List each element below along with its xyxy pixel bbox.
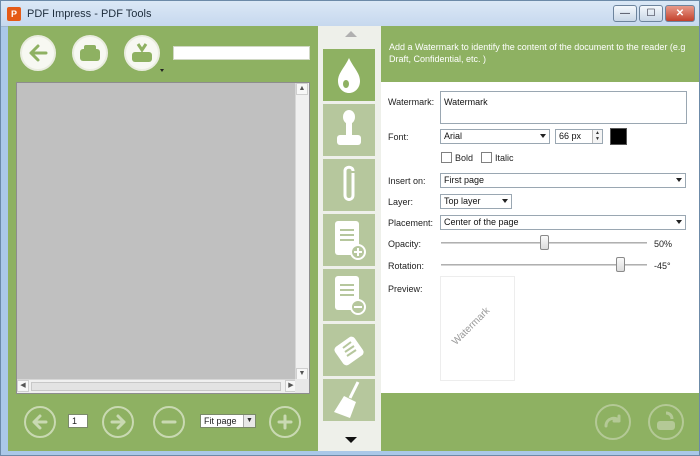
scroll-up-icon[interactable]: ▲ bbox=[296, 83, 308, 95]
horizontal-scrollbar[interactable]: ◀ ▶ bbox=[17, 379, 297, 393]
tool-attach[interactable] bbox=[323, 159, 375, 211]
tool-remove-pages[interactable] bbox=[323, 269, 375, 321]
placement-label: Placement: bbox=[388, 218, 434, 228]
vertical-scrollbar[interactable]: ▲ ▼ bbox=[295, 83, 309, 380]
chevron-down-icon bbox=[502, 199, 508, 203]
font-label: Font: bbox=[388, 132, 409, 142]
bold-label: Bold bbox=[455, 153, 474, 163]
font-size-value: 66 px bbox=[559, 131, 582, 141]
rotation-value: -45° bbox=[654, 261, 671, 271]
preview-label: Preview: bbox=[388, 284, 423, 294]
watermark-label: Watermark: bbox=[388, 97, 435, 107]
font-select[interactable]: Arial bbox=[440, 129, 550, 144]
tool-watermark[interactable] bbox=[323, 49, 375, 101]
zoom-select-value: Fit page bbox=[204, 416, 237, 426]
action-footer bbox=[381, 393, 699, 451]
font-size-stepper[interactable]: 66 px ▲ ▼ bbox=[555, 129, 603, 144]
file-path-field[interactable] bbox=[173, 46, 310, 60]
zoom-out-button[interactable] bbox=[153, 406, 185, 438]
open-folder-icon bbox=[80, 45, 100, 61]
horizontal-scroll-thumb[interactable] bbox=[31, 382, 281, 391]
zoom-out-icon bbox=[161, 420, 177, 424]
placement-select[interactable]: Center of the page bbox=[440, 215, 686, 230]
add-document-icon bbox=[335, 221, 366, 260]
watermark-preview: Watermark bbox=[440, 276, 515, 381]
tool-stamp[interactable] bbox=[323, 104, 375, 156]
minimize-button[interactable]: — bbox=[613, 5, 637, 22]
save-to-drive-icon bbox=[657, 411, 675, 430]
chevron-down-icon bbox=[676, 178, 682, 182]
watermark-header: Add a Watermark to identify the content … bbox=[381, 26, 699, 82]
opacity-label: Opacity: bbox=[388, 239, 422, 249]
document-panel: ▲ ▼ ◀ ▶ 1 Fit page ▼ bbox=[8, 26, 318, 451]
zoom-in-icon bbox=[277, 414, 293, 430]
rotation-slider-thumb[interactable] bbox=[616, 257, 625, 272]
close-button[interactable]: ✕ bbox=[665, 5, 695, 22]
opacity-value: 50% bbox=[654, 239, 673, 249]
stamp-icon bbox=[337, 110, 361, 145]
back-arrow-icon bbox=[29, 44, 48, 62]
layer-label: Layer: bbox=[388, 197, 414, 207]
title-bar: P PDF Impress - PDF Tools — ☐ ✕ bbox=[1, 1, 699, 27]
page-number-input[interactable]: 1 bbox=[68, 414, 88, 428]
watermark-description: Add a Watermark to identify the content … bbox=[389, 42, 686, 64]
layer-value: Top layer bbox=[444, 196, 481, 206]
scrollbar-corner bbox=[295, 379, 309, 393]
eraser-icon bbox=[334, 336, 364, 366]
save-button[interactable] bbox=[124, 35, 160, 71]
chevron-down-icon bbox=[676, 220, 682, 224]
drop-icon bbox=[338, 58, 360, 93]
save-dropdown-arrow-icon[interactable] bbox=[160, 69, 164, 72]
zoom-in-button[interactable] bbox=[269, 406, 301, 438]
insert-on-label: Insert on: bbox=[388, 176, 426, 186]
tools-strip bbox=[318, 26, 381, 451]
rotation-label: Rotation: bbox=[388, 261, 425, 271]
save-output-button[interactable] bbox=[648, 404, 684, 440]
opacity-slider-thumb[interactable] bbox=[540, 235, 549, 250]
remove-document-icon bbox=[335, 276, 366, 315]
italic-checkbox[interactable] bbox=[481, 152, 492, 163]
apply-button[interactable] bbox=[595, 404, 631, 440]
paperclip-icon bbox=[343, 165, 355, 201]
pdf-impress-logo-icon: P bbox=[7, 7, 21, 21]
window-title: PDF Impress - PDF Tools bbox=[27, 8, 152, 20]
chevron-down-icon: ▼ bbox=[243, 415, 255, 427]
insert-on-select[interactable]: First page bbox=[440, 173, 686, 188]
app-window: P PDF Impress - PDF Tools — ☐ ✕ ▲ ▼ ◀ ▶ … bbox=[0, 0, 700, 456]
broom-icon bbox=[334, 381, 360, 418]
font-color-swatch[interactable] bbox=[610, 128, 627, 145]
maximize-button[interactable]: ☐ bbox=[639, 5, 663, 22]
insert-on-value: First page bbox=[444, 175, 485, 185]
save-download-icon bbox=[132, 43, 152, 62]
font-select-value: Arial bbox=[444, 131, 463, 141]
watermark-form: Watermark: Watermark Font: Arial 66 px ▲… bbox=[381, 82, 699, 393]
watermark-text-input[interactable]: Watermark bbox=[440, 91, 687, 124]
scroll-left-icon[interactable]: ◀ bbox=[17, 380, 29, 392]
open-button[interactable] bbox=[72, 35, 108, 71]
tools-scroll-down-icon[interactable] bbox=[345, 437, 357, 443]
tool-erase[interactable] bbox=[323, 324, 375, 376]
tool-add-pages[interactable] bbox=[323, 214, 375, 266]
next-page-icon bbox=[110, 414, 126, 430]
tool-clean[interactable] bbox=[323, 379, 375, 421]
preview-watermark-text: Watermark bbox=[450, 305, 493, 348]
redo-icon bbox=[604, 414, 621, 428]
prev-page-button[interactable] bbox=[24, 406, 56, 438]
next-page-button[interactable] bbox=[102, 406, 134, 438]
prev-page-icon bbox=[32, 414, 48, 430]
stepper-arrows-icon[interactable]: ▲ ▼ bbox=[592, 130, 602, 143]
chevron-down-icon bbox=[540, 134, 546, 138]
zoom-select[interactable]: Fit page ▼ bbox=[200, 414, 256, 428]
back-button[interactable] bbox=[20, 35, 56, 71]
layer-select[interactable]: Top layer bbox=[440, 194, 512, 209]
placement-value: Center of the page bbox=[444, 217, 519, 227]
tools-scroll-up-icon[interactable] bbox=[345, 31, 357, 37]
italic-label: Italic bbox=[495, 153, 514, 163]
bold-checkbox[interactable] bbox=[441, 152, 452, 163]
document-preview-area[interactable]: ▲ ▼ ◀ ▶ bbox=[16, 82, 310, 394]
